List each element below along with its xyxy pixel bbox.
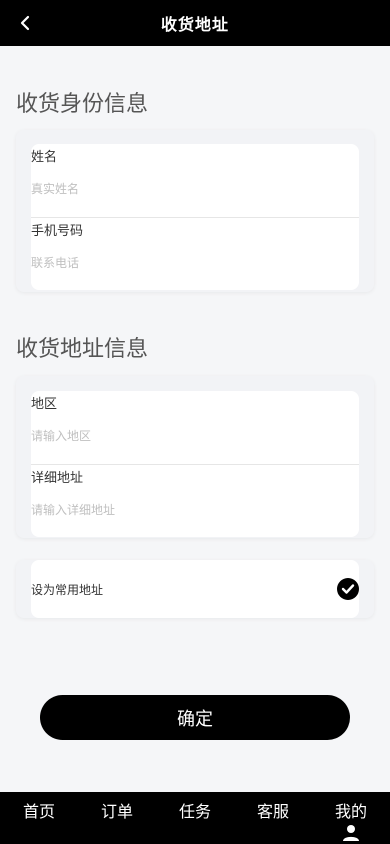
phone-field: 手机号码 — [31, 217, 359, 290]
back-button[interactable] — [14, 11, 36, 35]
check-circle-icon[interactable] — [337, 578, 359, 600]
identity-form: 姓名 手机号码 — [31, 144, 359, 290]
phone-label: 手机号码 — [31, 224, 84, 239]
default-address-row[interactable]: 设为常用地址 — [31, 560, 359, 618]
address-card: 地区 详细地址 — [16, 376, 374, 538]
bottom-tabbar: 首页 订单 任务 客服 我的 — [0, 792, 390, 844]
page-title: 收货地址 — [160, 15, 229, 34]
confirm-button[interactable]: 确定 — [40, 695, 350, 740]
detail-address-field: 详细地址 — [31, 464, 359, 537]
tab-tasks[interactable]: 任务 — [156, 792, 234, 844]
region-input[interactable] — [31, 423, 359, 449]
tab-service[interactable]: 客服 — [234, 792, 312, 844]
header-bar: 收货地址 — [0, 0, 390, 46]
tab-home-label: 首页 — [22, 802, 55, 821]
tab-home[interactable]: 首页 — [0, 792, 78, 844]
default-address-label: 设为常用地址 — [31, 582, 104, 597]
identity-section-title: 收货身份信息 — [16, 92, 149, 117]
address-form: 地区 详细地址 — [31, 391, 359, 537]
tab-orders[interactable]: 订单 — [78, 792, 156, 844]
tab-service-label: 客服 — [256, 802, 289, 821]
chevron-left-icon — [20, 15, 30, 31]
tab-mine[interactable]: 我的 — [312, 792, 390, 844]
tab-mine-label: 我的 — [334, 802, 367, 821]
name-label: 姓名 — [31, 150, 58, 165]
address-section-title: 收货地址信息 — [16, 337, 149, 362]
phone-input[interactable] — [31, 250, 359, 276]
tab-orders-label: 订单 — [100, 802, 133, 821]
region-field: 地区 — [31, 391, 359, 464]
tab-tasks-label: 任务 — [178, 802, 211, 821]
name-input[interactable] — [31, 176, 359, 202]
user-icon — [343, 825, 359, 841]
detail-address-label: 详细地址 — [31, 471, 84, 486]
name-field: 姓名 — [31, 144, 359, 217]
region-label: 地区 — [31, 397, 58, 412]
identity-card: 姓名 手机号码 — [16, 130, 374, 292]
address-page: 收货地址 收货身份信息 姓名 手机号码 收货地址信息 地区 详细地址 — [0, 0, 390, 844]
default-address-card: 设为常用地址 — [16, 560, 374, 618]
detail-address-input[interactable] — [31, 497, 359, 523]
